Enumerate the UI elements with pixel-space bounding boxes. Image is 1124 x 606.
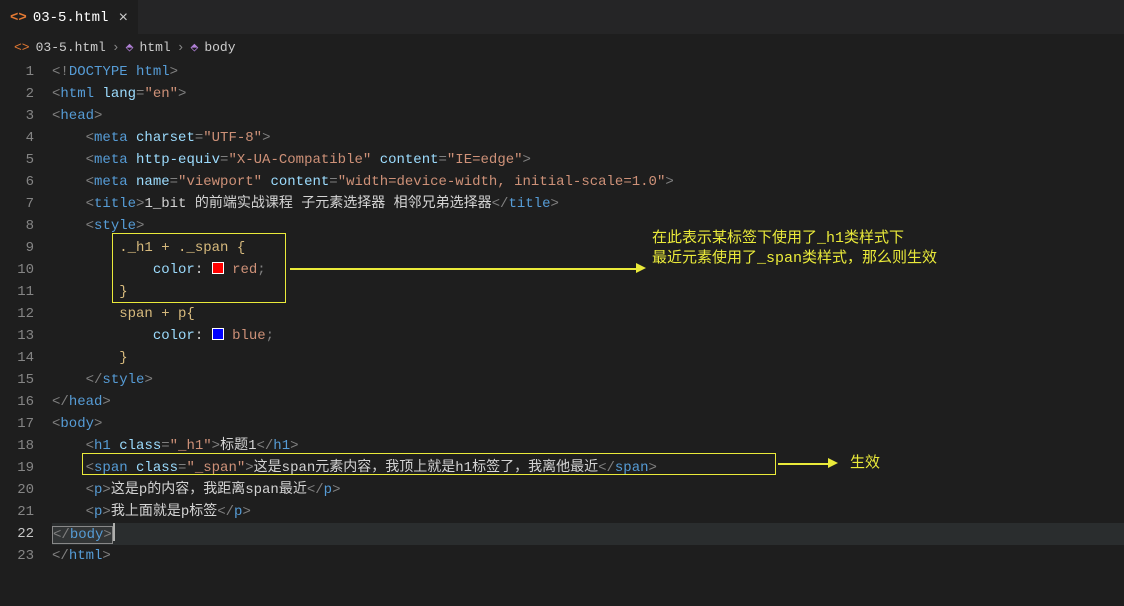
arrow-head-icon [828, 458, 838, 468]
line-number: 8 [0, 215, 52, 237]
code-line: </html> [52, 545, 1124, 567]
code-editor[interactable]: 1 2 3 4 5 6 7 8 9 10 11 12 13 14 15 16 1… [0, 59, 1124, 567]
code-line: <title>1_bit 的前端实战课程 子元素选择器 相邻兄弟选择器</tit… [52, 193, 1124, 215]
tab-bar: <> 03-5.html × [0, 0, 1124, 35]
line-number: 13 [0, 325, 52, 347]
code-line: <span class="_span">这是span元素内容，我顶上就是h1标签… [52, 457, 1124, 479]
close-icon[interactable]: × [118, 9, 128, 27]
code-line: color: blue; [52, 325, 1124, 347]
color-swatch-blue [212, 328, 224, 340]
chevron-right-icon: › [177, 40, 185, 55]
code-line: <meta charset="UTF-8"> [52, 127, 1124, 149]
element-icon: ⬘ [191, 40, 199, 55]
code-line: <!DOCTYPE html> [52, 61, 1124, 83]
element-icon: ⬘ [126, 40, 134, 55]
tab-filename: 03-5.html [33, 10, 109, 26]
line-number: 14 [0, 347, 52, 369]
line-number: 16 [0, 391, 52, 413]
line-number: 20 [0, 479, 52, 501]
color-swatch-red [212, 262, 224, 274]
code-line: </body> [52, 523, 1124, 545]
cursor-icon [113, 523, 115, 541]
line-number: 21 [0, 501, 52, 523]
line-number: 10 [0, 259, 52, 281]
annotation-text: 生效 [850, 454, 880, 474]
breadcrumb-file: 03-5.html [36, 40, 106, 55]
arrow-head-icon [636, 263, 646, 273]
code-line: } [52, 281, 1124, 303]
code-line: </style> [52, 369, 1124, 391]
line-number-gutter: 1 2 3 4 5 6 7 8 9 10 11 12 13 14 15 16 1… [0, 59, 52, 567]
code-line: ._h1 + ._span { [52, 237, 1124, 259]
code-line: <p>我上面就是p标签</p> [52, 501, 1124, 523]
tab-active[interactable]: <> 03-5.html × [0, 0, 138, 35]
line-number: 5 [0, 149, 52, 171]
code-line: <head> [52, 105, 1124, 127]
line-number: 22 [0, 523, 52, 545]
line-number: 18 [0, 435, 52, 457]
arrow [290, 268, 636, 270]
line-number: 6 [0, 171, 52, 193]
line-number: 2 [0, 83, 52, 105]
html-file-icon: <> [14, 40, 30, 55]
line-number: 11 [0, 281, 52, 303]
line-number: 9 [0, 237, 52, 259]
line-number: 15 [0, 369, 52, 391]
code-line: <p>这是p的内容，我距离span最近</p> [52, 479, 1124, 501]
line-number: 3 [0, 105, 52, 127]
html-file-icon: <> [10, 10, 27, 26]
code-line: <meta http-equiv="X-UA-Compatible" conte… [52, 149, 1124, 171]
chevron-right-icon: › [112, 40, 120, 55]
code-line: <meta name="viewport" content="width=dev… [52, 171, 1124, 193]
line-number: 19 [0, 457, 52, 479]
line-number: 23 [0, 545, 52, 567]
code-line: <body> [52, 413, 1124, 435]
code-line: <html lang="en"> [52, 83, 1124, 105]
code-line: <style> [52, 215, 1124, 237]
code-content[interactable]: <!DOCTYPE html> <html lang="en"> <head> … [52, 59, 1124, 567]
code-line: } [52, 347, 1124, 369]
code-line: color: red; [52, 259, 1124, 281]
line-number: 17 [0, 413, 52, 435]
line-number: 4 [0, 127, 52, 149]
breadcrumb-part: body [204, 40, 235, 55]
breadcrumb[interactable]: <> 03-5.html › ⬘ html › ⬘ body [0, 35, 1124, 59]
line-number: 1 [0, 61, 52, 83]
code-line: <h1 class="_h1">标题1</h1> [52, 435, 1124, 457]
code-line: span + p{ [52, 303, 1124, 325]
breadcrumb-part: html [139, 40, 170, 55]
line-number: 12 [0, 303, 52, 325]
arrow [778, 463, 828, 465]
annotation-text: 在此表示某标签下使用了_h1类样式下 最近元素使用了_span类样式，那么则生效 [652, 229, 937, 269]
line-number: 7 [0, 193, 52, 215]
code-line: </head> [52, 391, 1124, 413]
